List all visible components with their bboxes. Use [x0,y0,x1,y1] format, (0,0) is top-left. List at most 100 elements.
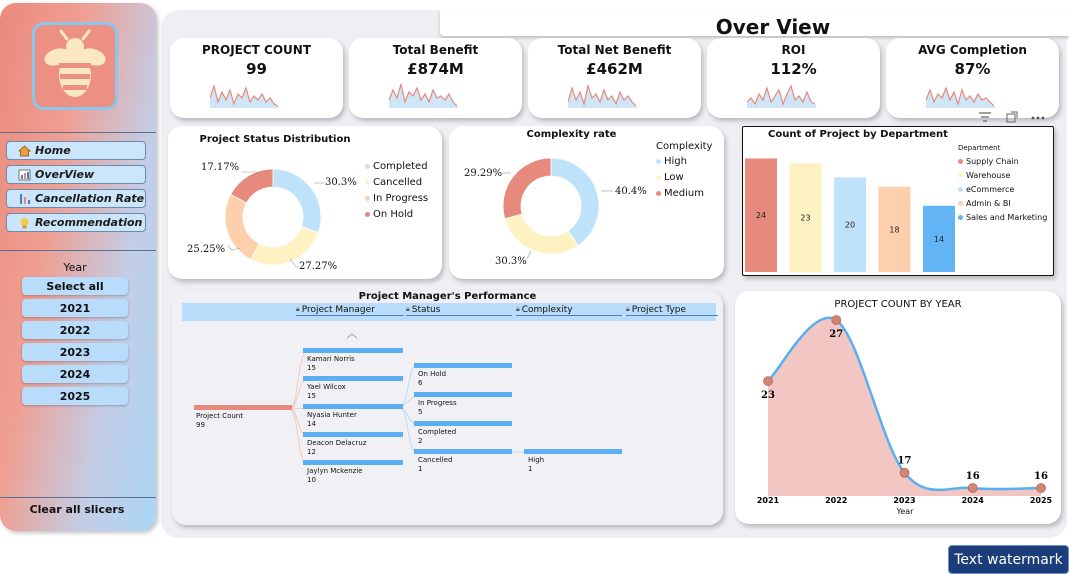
legend-on-hold[interactable]: On Hold [365,209,413,220]
legend-low[interactable]: Low [656,172,684,183]
nav-recommendation-button[interactable]: Recommendation [6,213,146,232]
data-point-2025[interactable] [1036,483,1046,493]
data-point-2023[interactable] [899,467,910,478]
nav-overview-label: OverView [35,168,95,181]
kpi-sparkline [210,83,280,108]
tree-node-manager[interactable]: Kamari Norris 15 [307,355,355,373]
tree-node-manager[interactable]: Jaylyn Mckenzie 10 [307,467,363,485]
year-option-select-all[interactable]: Select all [22,277,128,295]
kpi-avg-completion-card[interactable]: AVG Completion 87% [886,38,1059,123]
manager-bar[interactable] [303,432,403,437]
node-label: Nyasia Hunter [307,411,357,419]
bar-value-label: 18 [889,225,899,234]
x-axis-title: Year [896,507,914,516]
year-option-2024[interactable]: 2024 [22,365,128,383]
year-option-2022[interactable]: 2022 [22,321,128,339]
legend-label: High [664,156,687,167]
kpi-project-count-card[interactable]: PROJECT COUNT 99 [170,38,343,118]
kpi-sparkline [568,83,638,108]
tree-node-status[interactable]: In Progress 5 [418,399,457,417]
tree-node-status[interactable]: On Hold 6 [418,370,446,388]
legend-cancelled[interactable]: Cancelled [365,177,422,188]
filter-icon[interactable] [978,111,992,123]
legend-label: In Progress [373,193,429,204]
clear-all-slicers-button[interactable]: Clear all slicers [0,503,154,516]
legend-warehouse[interactable]: Warehouse [958,171,1010,180]
legend-label: Admin & BI [966,199,1011,208]
project-count-area-chart[interactable]: 23 2021 27 2022 17 2023 16 2024 16 2025 [735,291,1061,524]
complexity-bar[interactable] [524,449,622,454]
kpi-total-benefit-card[interactable]: Total Benefit £874M [349,38,522,118]
legend-admin-bi[interactable]: Admin & BI [958,199,1011,208]
tree-node-manager[interactable]: Nyasia Hunter 14 [307,411,357,429]
legend-label: Cancelled [373,177,423,188]
legend-label: Sales and Marketing [966,213,1048,222]
kpi-roi-card[interactable]: ROI 112% [707,38,880,118]
node-label: Deacon Delacruz [307,439,367,447]
text-watermark: Text watermark [948,545,1069,574]
legend-in-progress[interactable]: In Progress [365,193,428,204]
legend-supply-chain[interactable]: Supply Chain [958,157,1019,166]
tree-node-manager[interactable]: Yael Wilcox 15 [307,383,346,401]
status-bar[interactable] [414,421,512,426]
tree-node-status[interactable]: Cancelled 1 [418,456,452,474]
node-label: Project Count [196,412,243,420]
status-bar[interactable] [414,392,512,397]
kpi-value: £462M [586,60,643,78]
data-point-2022[interactable] [831,315,842,325]
legend-medium[interactable]: Medium [656,188,704,199]
data-label-2024: 16 [966,471,980,482]
kpi-label: Total Benefit [392,43,479,57]
project-status-donut-card[interactable]: Project Status Distribution 30.3% 27.27%… [168,126,442,279]
tree-node-manager[interactable]: Deacon Delacruz 12 [307,439,367,457]
department-bar-chart-card[interactable]: Count of Project by Department 24 23 20 18 1… [742,126,1054,276]
data-point-2021[interactable] [763,376,773,386]
legend-title: Department [958,144,1001,152]
node-label: In Progress [418,399,457,407]
x-tick-2021: 2021 [757,496,780,505]
more-options-icon[interactable] [1031,116,1045,120]
legend-dot [365,196,370,201]
node-label: Cancelled [418,456,453,464]
status-bar[interactable] [414,449,512,454]
kpi-label: ROI [781,43,806,57]
data-point-2024[interactable] [967,483,978,493]
manager-bar[interactable] [303,376,403,381]
nav-recommendation-label: Recommendation [35,216,143,229]
tree-root-node[interactable]: Project Count 99 [196,412,243,430]
legend-dot [958,215,963,220]
year-option-2021[interactable]: 2021 [22,299,128,317]
tree-node-status[interactable]: Completed 2 [418,428,456,446]
data-label-2025: 16 [1034,471,1048,482]
tree-node-complexity[interactable]: High 1 [528,456,544,474]
legend-completed[interactable]: Completed [365,161,428,172]
project-manager-performance-card[interactable]: Project Manager's Performance 🔒︎ Project … [172,291,723,525]
manager-bar[interactable] [303,348,403,353]
tree-root-bar[interactable] [194,405,292,410]
project-count-by-year-card[interactable]: PROJECT COUNT BY YEAR 23 2021 27 2022 17 2023… [735,291,1061,524]
node-label: Completed [418,428,457,436]
nav-home-button[interactable]: Home [6,141,146,160]
focus-mode-icon[interactable] [1006,111,1018,123]
sidebar: Home OverView Cancellation Rate Recommen… [0,3,156,531]
manager-bar[interactable] [303,460,403,465]
kpi-total-net-benefit-card[interactable]: Total Net Benefit £462M [528,38,701,118]
legend-dot [958,159,963,164]
status-bar[interactable] [414,363,512,368]
year-option-2023[interactable]: 2023 [22,343,128,361]
complexity-donut-card[interactable]: Complexity rate 40.4% 30.3% 29.29% Compl… [449,126,724,279]
year-option-2025[interactable]: 2025 [22,387,128,405]
node-label: High [528,456,545,464]
manager-bar[interactable] [303,404,403,409]
legend-sales-marketing[interactable]: Sales and Marketing [958,213,1047,222]
legend-dot [958,187,963,192]
legend-dot [365,212,370,217]
legend-high[interactable]: High [656,156,687,167]
page-title: Over View [440,10,1069,39]
x-tick-2024: 2024 [962,496,985,505]
nav-overview-button[interactable]: OverView [6,165,146,184]
legend-ecommerce[interactable]: eCommerce [958,185,1014,194]
bar-value-label: 14 [934,235,944,244]
kpi-sparkline [926,86,996,108]
nav-cancellation-rate-button[interactable]: Cancellation Rate [6,189,146,208]
